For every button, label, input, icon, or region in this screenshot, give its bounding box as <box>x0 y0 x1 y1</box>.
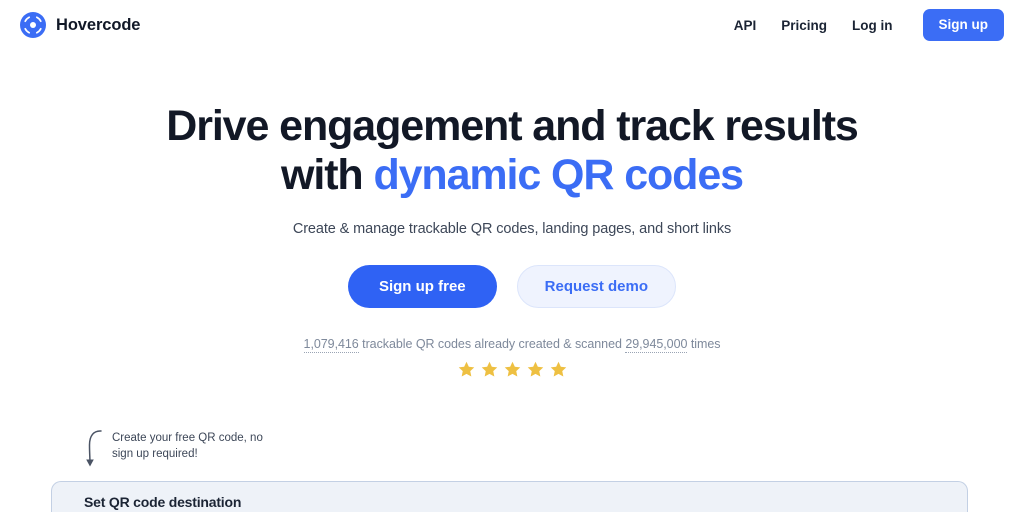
page-title: Drive engagement and track results with … <box>0 50 1024 200</box>
brand-name: Hovercode <box>56 15 141 34</box>
headline-line-2-prefix: with <box>281 151 374 200</box>
rating-stars <box>0 351 1024 379</box>
primary-nav: API Pricing Log in Sign up <box>734 9 1004 41</box>
hero-subheadline: Create & manage trackable QR codes, land… <box>292 221 732 238</box>
star-icon <box>458 361 474 377</box>
stats-mid-text: trackable QR codes already created & sca… <box>358 337 626 352</box>
nav-link-pricing[interactable]: Pricing <box>781 18 827 33</box>
signup-free-button[interactable]: Sign up free <box>347 265 497 309</box>
scans-count: 29,945,000 <box>625 337 688 354</box>
star-icon <box>504 361 520 377</box>
nav-link-login[interactable]: Log in <box>852 18 893 33</box>
hero-cta-row: Sign up free Request demo <box>0 237 1024 309</box>
annotation-callout: Create your free QR code, no sign up req… <box>80 424 282 472</box>
qr-builder-card: Set QR code destination <box>51 481 968 512</box>
brand-logo[interactable]: Hovercode <box>20 12 140 38</box>
codes-created-count: 1,079,416 <box>303 337 359 354</box>
signup-button[interactable]: Sign up <box>922 9 1004 41</box>
star-icon <box>550 361 566 377</box>
stats-end-text: times <box>687 337 721 352</box>
social-proof-stats: 1,079,416 trackable QR codes already cre… <box>0 308 1024 354</box>
star-icon <box>527 361 543 377</box>
nav-link-api[interactable]: API <box>734 18 757 33</box>
star-icon <box>481 361 497 377</box>
hero-section: Drive engagement and track results with … <box>0 50 1024 379</box>
request-demo-button[interactable]: Request demo <box>516 265 677 309</box>
qr-target-icon <box>20 12 46 38</box>
headline-line-2-accent: dynamic QR codes <box>373 151 744 200</box>
curved-down-arrow-icon <box>86 430 102 467</box>
landing-page: Hovercode API Pricing Log in Sign up Dri… <box>0 0 1024 512</box>
qr-destination-title: Set QR code destination <box>84 494 242 510</box>
site-header: Hovercode API Pricing Log in Sign up <box>0 0 1024 50</box>
annotation-text: Create your free QR code, no sign up req… <box>112 432 263 461</box>
headline-line-1: Drive engagement and track results <box>166 102 859 150</box>
